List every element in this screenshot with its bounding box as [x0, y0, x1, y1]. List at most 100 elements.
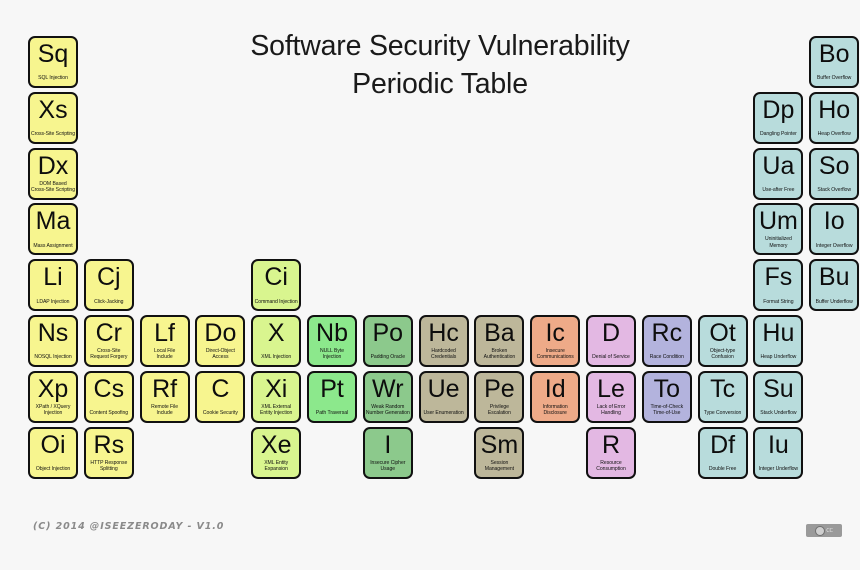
element-cell-um[interactable]: Um Uninitialized Memory	[753, 203, 804, 256]
element-cell-po[interactable]: Po Padding Oracle	[362, 315, 413, 367]
element-symbol: Hu	[762, 319, 795, 347]
element-cell-li[interactable]: Li LDAP Injection	[28, 259, 78, 312]
element-cell-xp[interactable]: Xp XPath / XQuery Injection	[28, 370, 78, 423]
element-symbol: Rs	[93, 430, 125, 459]
element-cell-x[interactable]: X XML Injection	[251, 315, 302, 367]
element-cell-ic[interactable]: Ic Insecure Communications	[530, 315, 581, 367]
element-name: Use-after Free	[762, 187, 795, 194]
element-cell-sq[interactable]: Sq SQL Injection	[28, 36, 78, 88]
element-cell-ci[interactable]: Ci Command Injection	[251, 259, 302, 312]
element-cell-ot[interactable]: Ot Object-type Confusion	[697, 315, 748, 367]
element-cell-id[interactable]: Id Information Disclosure	[530, 370, 581, 423]
element-cell-df[interactable]: Df Double Free	[697, 426, 748, 479]
element-symbol: So	[818, 151, 850, 180]
element-cell-sm[interactable]: Sm Session Management	[474, 426, 525, 479]
element-cell-do[interactable]: Do Direct-Object Access	[195, 315, 246, 367]
element-name: Stack Underflow	[760, 410, 797, 417]
element-symbol: Iu	[767, 430, 789, 459]
element-name: HTTP Response Splitting	[90, 459, 128, 473]
element-symbol: Um	[758, 207, 798, 236]
element-cell-r[interactable]: R Resource Consumption	[586, 426, 636, 479]
element-cell-rf[interactable]: Rf Remote File Include	[139, 370, 190, 423]
element-symbol: X	[267, 319, 285, 347]
element-name: Cookie Security	[202, 410, 238, 417]
element-name: Denial of Service	[592, 354, 630, 361]
element-cell-rc[interactable]: Rc Race Condition	[641, 315, 692, 367]
element-name: Insecure Communications	[536, 347, 574, 361]
element-cell-pe[interactable]: Pe Privilege Escalation	[474, 370, 525, 423]
element-symbol: Po	[372, 319, 404, 347]
element-name: Remote File Include	[151, 403, 179, 417]
element-cell-c[interactable]: C Cookie Security	[195, 370, 246, 423]
element-cell-bo[interactable]: Bo Buffer Overflow	[809, 36, 860, 88]
element-name: Path Traversal	[315, 410, 349, 417]
element-cell-fs[interactable]: Fs Format String	[753, 259, 804, 312]
element-cell-nb[interactable]: Nb NULL Byte Injection	[307, 315, 357, 367]
element-name: Padding Oracle	[370, 354, 405, 361]
element-cell-tc[interactable]: Tc Type Conversion	[697, 370, 748, 423]
element-cell-xs[interactable]: Xs Cross-Site Scripting	[28, 91, 78, 144]
periodic-table-page: Software Security Vulnerability Periodic…	[0, 0, 860, 570]
element-name: Heap Overflow	[817, 131, 851, 138]
element-name: Time-of-Check Time-of-Use	[650, 403, 684, 417]
element-cell-bu[interactable]: Bu Buffer Underflow	[809, 259, 860, 312]
element-symbol: Li	[43, 263, 63, 292]
element-name: Object-type Confusion	[709, 347, 736, 361]
element-name: NULL Byte Injection	[320, 347, 344, 361]
element-cell-to[interactable]: To Time-of-Check Time-of-Use	[641, 370, 692, 423]
element-cell-ns[interactable]: Ns NOSQL Injection	[28, 315, 78, 367]
element-cell-i[interactable]: I Insecure Cipher Usage	[362, 426, 413, 479]
element-name: Direct-Object Access	[205, 347, 235, 361]
element-symbol: Sq	[37, 40, 69, 68]
element-cell-ue[interactable]: Ue User Enumeration	[418, 370, 469, 423]
element-name: Broken Authentication	[483, 347, 516, 361]
element-cell-hc[interactable]: Hc Hardcoded Credentials	[418, 315, 469, 367]
element-symbol: D	[601, 319, 621, 347]
element-cell-su[interactable]: Su Stack Underflow	[753, 370, 804, 423]
element-name: Lack of Error Handling	[596, 403, 626, 417]
element-name: Content Spoofing	[89, 410, 129, 417]
element-cell-lf[interactable]: Lf Local File Include	[139, 315, 190, 367]
periodic-table-grid: Sq SQL Injection Bo Buffer Overflow Xs Cross-…	[28, 36, 860, 492]
element-cell-wr[interactable]: Wr Weak Random Number Generation	[362, 370, 413, 423]
element-cell-cr[interactable]: Cr Cross-Site Request Forgery	[83, 315, 134, 367]
element-name: Format String	[763, 298, 794, 305]
element-symbol: Wr	[372, 374, 404, 403]
element-cell-dp[interactable]: Dp Dangling Pointer	[753, 91, 804, 144]
element-name: NOSQL Injection	[34, 354, 72, 361]
element-symbol: Ic	[545, 319, 565, 347]
element-cell-so[interactable]: So Stack Overflow	[809, 147, 860, 200]
element-name: Integer Underflow	[758, 466, 799, 473]
element-symbol: Ci	[264, 263, 288, 292]
element-cell-dx[interactable]: Dx DOM Based Cross-Site Scripting	[28, 147, 78, 200]
element-cell-rs[interactable]: Rs HTTP Response Splitting	[83, 426, 134, 479]
element-symbol: Cs	[93, 374, 125, 403]
element-cell-d[interactable]: D Denial of Service	[586, 315, 636, 367]
element-cell-le[interactable]: Le Lack of Error Handling	[586, 370, 636, 423]
element-cell-oi[interactable]: Oi Object Injection	[28, 426, 78, 479]
element-name: Weak Random Number Generation	[365, 403, 410, 417]
element-cell-cj[interactable]: Cj Click-Jacking	[83, 259, 134, 312]
element-cell-ba[interactable]: Ba Broken Authentication	[474, 315, 525, 367]
element-symbol: Tc	[710, 374, 736, 403]
element-cell-io[interactable]: Io Integer Overflow	[809, 203, 860, 256]
element-symbol: Bo	[818, 40, 850, 68]
element-symbol: Rf	[152, 374, 178, 403]
element-name: Hardcoded Credentials	[430, 347, 457, 361]
element-cell-xe[interactable]: Xe XML Entity Expansion	[251, 426, 302, 479]
element-name: Object Injection	[35, 466, 71, 473]
element-cell-xi[interactable]: Xi XML External Entity Injection	[251, 370, 302, 423]
element-name: XML Injection	[261, 354, 292, 361]
element-cell-iu[interactable]: Iu Integer Underflow	[753, 426, 804, 479]
element-cell-pt[interactable]: Pt Path Traversal	[307, 370, 357, 423]
element-cell-hu[interactable]: Hu Heap Underflow	[753, 315, 804, 367]
element-name: Resource Consumption	[596, 459, 626, 473]
element-name: Cross-Site Scripting	[30, 131, 75, 138]
element-symbol: Le	[597, 374, 625, 403]
element-cell-ho[interactable]: Ho Heap Overflow	[809, 91, 860, 144]
element-cell-ma[interactable]: Ma Mass Assignment	[28, 203, 78, 256]
element-name: Dangling Pointer	[759, 131, 797, 138]
cc-badge-label: CC	[826, 527, 833, 534]
element-cell-cs[interactable]: Cs Content Spoofing	[83, 370, 134, 423]
element-cell-ua[interactable]: Ua Use-after Free	[753, 147, 804, 200]
